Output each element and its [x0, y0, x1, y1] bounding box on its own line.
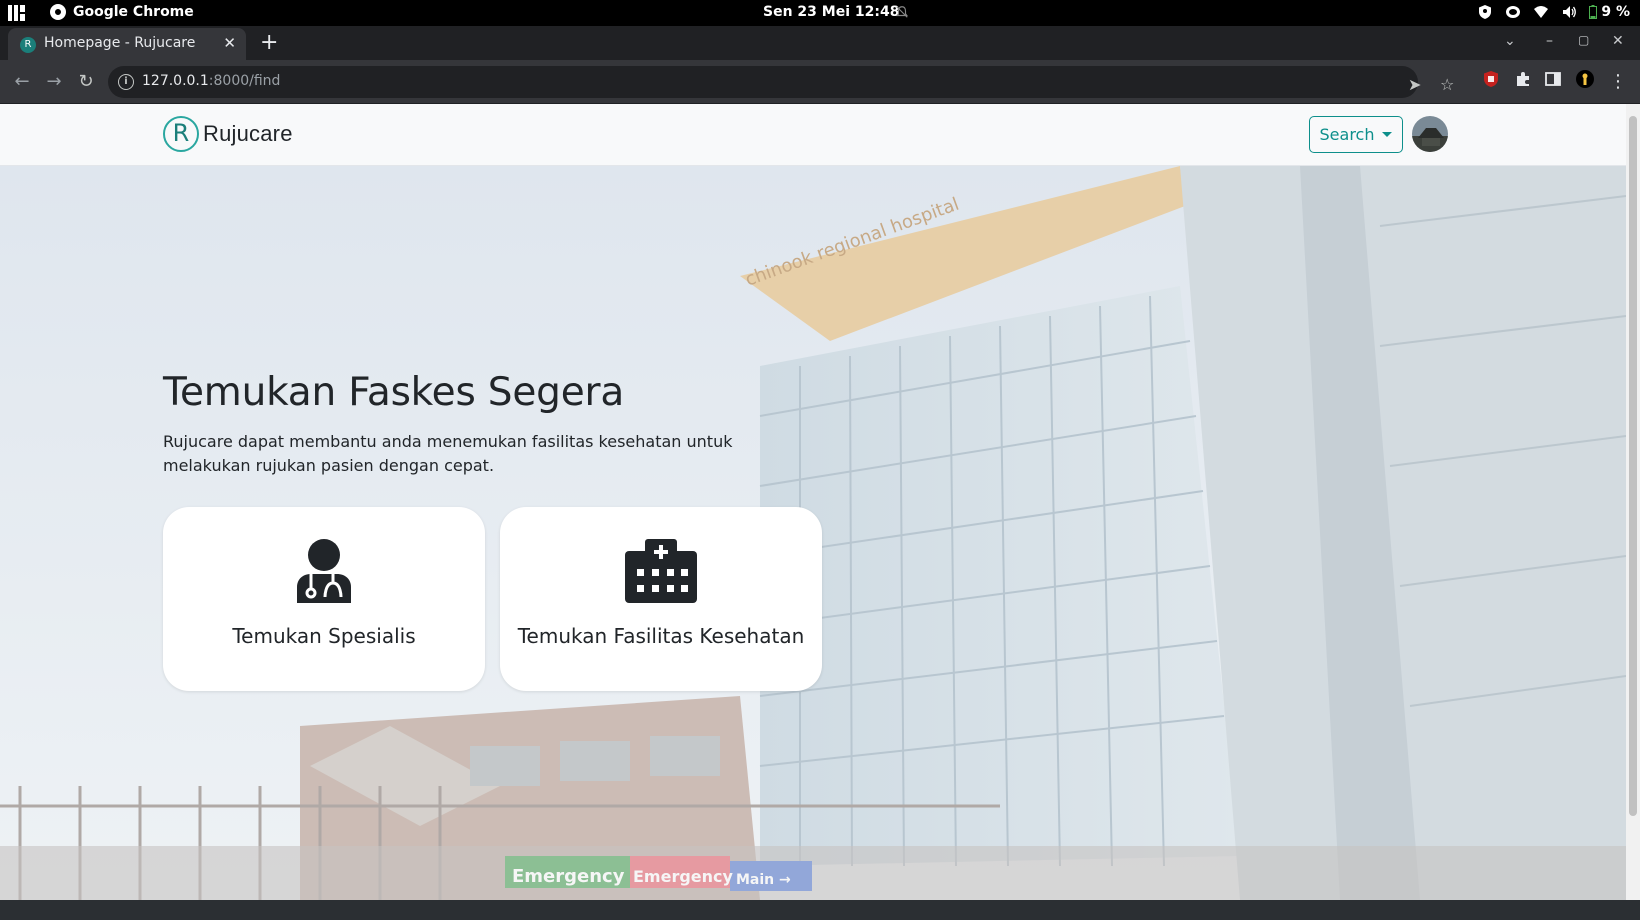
user-avatar[interactable]: [1412, 116, 1448, 152]
search-dropdown-button[interactable]: Search: [1309, 116, 1403, 153]
side-panel-icon[interactable]: [1544, 70, 1562, 88]
scrollbar-thumb[interactable]: [1629, 116, 1637, 816]
app-name-label: Google Chrome: [73, 4, 194, 20]
web-page: Emergency Emergency Main → chinook regio…: [0, 104, 1626, 900]
hero-description: Rujucare dapat membantu anda menemukan f…: [163, 432, 733, 475]
site-navbar: R Rujucare Search: [0, 104, 1626, 166]
battery-level: 9 %: [1601, 4, 1630, 20]
ublock-extension-icon[interactable]: [1482, 70, 1500, 88]
hero-title: Temukan Faskes Segera: [163, 370, 625, 415]
site-info-icon[interactable]: i: [118, 74, 134, 90]
address-bar[interactable]: i 127.0.0.1:8000/find ➤ ☆: [108, 66, 1454, 98]
tab-homepage[interactable]: R Homepage - Rujucare ✕: [8, 28, 246, 60]
notifications-muted-icon: [896, 6, 908, 18]
find-specialist-label: Temukan Spesialis: [232, 624, 416, 648]
forward-button[interactable]: →: [42, 70, 66, 94]
browser-toolbar: ← → ↻ i 127.0.0.1:8000/find ➤ ☆ ⋮: [0, 60, 1640, 104]
shield-icon: [1479, 5, 1492, 19]
hospital-icon: [625, 539, 697, 603]
os-top-bar: Google Chrome Sen 23 Mei 12:48 9 %: [0, 0, 1640, 26]
profile-icon[interactable]: [1576, 70, 1594, 88]
coffee-icon: [1506, 6, 1521, 18]
page-bottom-strip: [0, 900, 1640, 920]
system-tray[interactable]: 9 %: [1477, 4, 1630, 20]
emergency-sign-text-2: Emergency: [633, 867, 734, 886]
chrome-icon: [50, 4, 66, 20]
main-sign-text: Main →: [736, 872, 791, 888]
search-button-label: Search: [1319, 125, 1375, 144]
url-text[interactable]: 127.0.0.1:8000/find: [142, 73, 280, 89]
page-scrollbar[interactable]: [1626, 104, 1640, 900]
new-tab-button[interactable]: +: [260, 30, 278, 55]
close-tab-icon[interactable]: ✕: [223, 34, 236, 52]
find-facility-label: Temukan Fasilitas Kesehatan: [517, 624, 805, 648]
rujucare-favicon-icon: R: [20, 37, 36, 53]
send-icon[interactable]: ➤: [1408, 75, 1421, 94]
tab-search-icon[interactable]: ⌄: [1504, 33, 1516, 49]
caret-down-icon: [1382, 132, 1393, 137]
clock[interactable]: Sen 23 Mei 12:48: [763, 4, 899, 20]
active-app-name[interactable]: Google Chrome: [50, 4, 194, 20]
extensions-puzzle-icon[interactable]: [1514, 70, 1532, 88]
bookmark-star-icon[interactable]: ☆: [1440, 75, 1454, 94]
battery-icon: [1589, 5, 1598, 19]
menu-kebab-icon[interactable]: ⋮: [1606, 70, 1630, 94]
close-window-button[interactable]: ✕: [1612, 33, 1624, 49]
activities-icon[interactable]: [8, 5, 26, 21]
maximize-button[interactable]: ▢: [1578, 33, 1589, 47]
find-facility-card[interactable]: Temukan Fasilitas Kesehatan: [500, 507, 822, 691]
brand-name: Rujucare: [203, 121, 293, 146]
find-specialist-card[interactable]: Temukan Spesialis: [163, 507, 485, 691]
reload-button[interactable]: ↻: [74, 70, 98, 94]
back-button[interactable]: ←: [10, 70, 34, 94]
doctor-icon: [297, 539, 351, 603]
emergency-sign-text: Emergency: [512, 866, 625, 887]
volume-icon: [1563, 6, 1577, 18]
rujucare-logo-icon: R: [163, 116, 199, 152]
tab-strip: R Homepage - Rujucare ✕ + ⌄ – ▢ ✕: [0, 26, 1640, 60]
brand-logo-link[interactable]: R Rujucare: [163, 116, 293, 152]
minimize-button[interactable]: –: [1546, 33, 1553, 49]
wifi-icon: [1534, 6, 1549, 18]
tab-title: Homepage - Rujucare: [44, 35, 196, 51]
